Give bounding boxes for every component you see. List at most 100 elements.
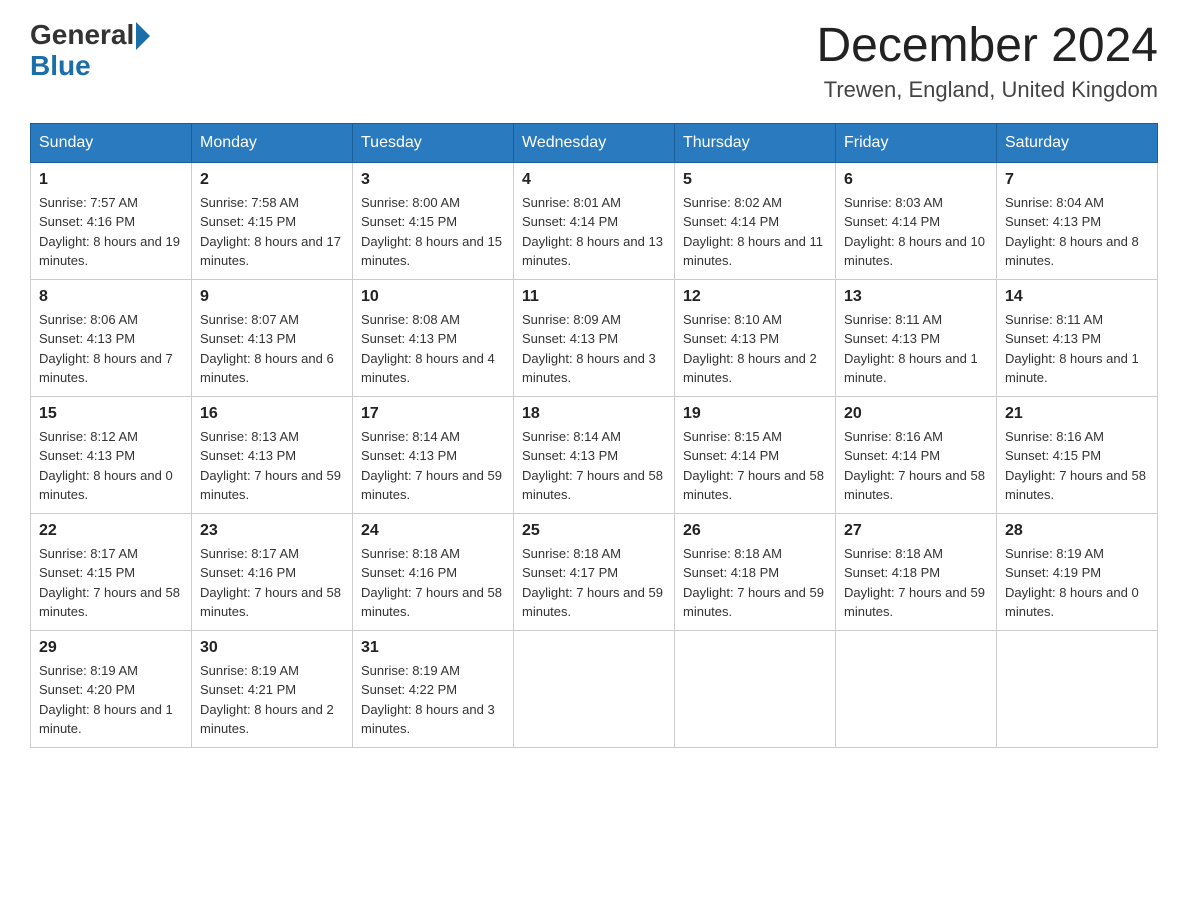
- day-info: Sunrise: 8:09 AMSunset: 4:13 PMDaylight:…: [522, 310, 666, 388]
- calendar-cell: [836, 630, 997, 747]
- day-info: Sunrise: 8:01 AMSunset: 4:14 PMDaylight:…: [522, 193, 666, 271]
- day-info: Sunrise: 8:18 AMSunset: 4:16 PMDaylight:…: [361, 544, 505, 622]
- calendar-week-2: 8 Sunrise: 8:06 AMSunset: 4:13 PMDaylight…: [31, 279, 1158, 396]
- day-number: 10: [361, 288, 505, 306]
- calendar-cell: 18 Sunrise: 8:14 AMSunset: 4:13 PMDayligh…: [514, 396, 675, 513]
- logo-text-general: General: [30, 20, 134, 51]
- day-info: Sunrise: 7:57 AMSunset: 4:16 PMDaylight:…: [39, 193, 183, 271]
- calendar-week-5: 29Sunrise: 8:19 AMSunset: 4:20 PMDayligh…: [31, 630, 1158, 747]
- calendar-cell: 3 Sunrise: 8:00 AMSunset: 4:15 PMDaylight…: [353, 162, 514, 279]
- calendar-cell: 24Sunrise: 8:18 AMSunset: 4:16 PMDayligh…: [353, 513, 514, 630]
- day-number: 30: [200, 639, 344, 657]
- location-subtitle: Trewen, England, United Kingdom: [816, 77, 1158, 103]
- day-info: Sunrise: 8:14 AMSunset: 4:13 PMDaylight:…: [522, 427, 666, 505]
- calendar-cell: 22 Sunrise: 8:17 AMSunset: 4:15 PMDayligh…: [31, 513, 192, 630]
- day-info: Sunrise: 8:19 AMSunset: 4:19 PMDaylight:…: [1005, 544, 1149, 622]
- day-info: Sunrise: 8:16 AMSunset: 4:15 PMDaylight:…: [1005, 427, 1149, 505]
- day-number: 17: [361, 405, 505, 423]
- logo-text-blue: Blue: [30, 51, 150, 82]
- day-number: 9: [200, 288, 344, 306]
- calendar-cell: [675, 630, 836, 747]
- day-number: 25: [522, 522, 666, 540]
- page-header: General Blue December 2024 Trewen, Engla…: [30, 20, 1158, 103]
- calendar-cell: 29Sunrise: 8:19 AMSunset: 4:20 PMDayligh…: [31, 630, 192, 747]
- day-number: 11: [522, 288, 666, 306]
- day-number: 8: [39, 288, 183, 306]
- day-header-sunday: Sunday: [31, 123, 192, 162]
- day-header-monday: Monday: [192, 123, 353, 162]
- calendar-cell: 2 Sunrise: 7:58 AMSunset: 4:15 PMDaylight…: [192, 162, 353, 279]
- calendar-cell: 27 Sunrise: 8:18 AMSunset: 4:18 PMDayligh…: [836, 513, 997, 630]
- calendar-cell: 10Sunrise: 8:08 AMSunset: 4:13 PMDayligh…: [353, 279, 514, 396]
- calendar-cell: 13 Sunrise: 8:11 AMSunset: 4:13 PMDayligh…: [836, 279, 997, 396]
- calendar-cell: [997, 630, 1158, 747]
- day-number: 23: [200, 522, 344, 540]
- day-number: 4: [522, 171, 666, 189]
- day-info: Sunrise: 8:02 AMSunset: 4:14 PMDaylight:…: [683, 193, 827, 271]
- day-number: 28: [1005, 522, 1149, 540]
- day-number: 1: [39, 171, 183, 189]
- calendar-cell: 5Sunrise: 8:02 AMSunset: 4:14 PMDaylight…: [675, 162, 836, 279]
- calendar-cell: 7 Sunrise: 8:04 AMSunset: 4:13 PMDaylight…: [997, 162, 1158, 279]
- day-info: Sunrise: 8:19 AMSunset: 4:21 PMDaylight:…: [200, 661, 344, 739]
- calendar-cell: 12 Sunrise: 8:10 AMSunset: 4:13 PMDayligh…: [675, 279, 836, 396]
- day-info: Sunrise: 8:17 AMSunset: 4:16 PMDaylight:…: [200, 544, 344, 622]
- day-number: 19: [683, 405, 827, 423]
- main-title: December 2024: [816, 20, 1158, 73]
- day-info: Sunrise: 7:58 AMSunset: 4:15 PMDaylight:…: [200, 193, 344, 271]
- day-info: Sunrise: 8:10 AMSunset: 4:13 PMDaylight:…: [683, 310, 827, 388]
- day-number: 2: [200, 171, 344, 189]
- day-number: 21: [1005, 405, 1149, 423]
- day-info: Sunrise: 8:19 AMSunset: 4:22 PMDaylight:…: [361, 661, 505, 739]
- day-number: 6: [844, 171, 988, 189]
- day-info: Sunrise: 8:15 AMSunset: 4:14 PMDaylight:…: [683, 427, 827, 505]
- calendar-cell: 8 Sunrise: 8:06 AMSunset: 4:13 PMDaylight…: [31, 279, 192, 396]
- day-info: Sunrise: 8:18 AMSunset: 4:18 PMDaylight:…: [844, 544, 988, 622]
- calendar-cell: 6 Sunrise: 8:03 AMSunset: 4:14 PMDaylight…: [836, 162, 997, 279]
- day-info: Sunrise: 8:07 AMSunset: 4:13 PMDaylight:…: [200, 310, 344, 388]
- day-header-saturday: Saturday: [997, 123, 1158, 162]
- day-info: Sunrise: 8:00 AMSunset: 4:15 PMDaylight:…: [361, 193, 505, 271]
- day-number: 13: [844, 288, 988, 306]
- logo: General Blue: [30, 20, 150, 82]
- calendar-cell: 9 Sunrise: 8:07 AMSunset: 4:13 PMDaylight…: [192, 279, 353, 396]
- calendar-header-row: SundayMondayTuesdayWednesdayThursdayFrid…: [31, 123, 1158, 162]
- calendar-cell: 28 Sunrise: 8:19 AMSunset: 4:19 PMDayligh…: [997, 513, 1158, 630]
- day-info: Sunrise: 8:04 AMSunset: 4:13 PMDaylight:…: [1005, 193, 1149, 271]
- day-info: Sunrise: 8:11 AMSunset: 4:13 PMDaylight:…: [1005, 310, 1149, 388]
- calendar-cell: 19 Sunrise: 8:15 AMSunset: 4:14 PMDayligh…: [675, 396, 836, 513]
- day-info: Sunrise: 8:12 AMSunset: 4:13 PMDaylight:…: [39, 427, 183, 505]
- day-number: 7: [1005, 171, 1149, 189]
- day-header-thursday: Thursday: [675, 123, 836, 162]
- calendar-cell: 1 Sunrise: 7:57 AMSunset: 4:16 PMDaylight…: [31, 162, 192, 279]
- calendar-cell: 20Sunrise: 8:16 AMSunset: 4:14 PMDayligh…: [836, 396, 997, 513]
- calendar-cell: [514, 630, 675, 747]
- calendar-week-1: 1 Sunrise: 7:57 AMSunset: 4:16 PMDaylight…: [31, 162, 1158, 279]
- day-number: 12: [683, 288, 827, 306]
- day-number: 15: [39, 405, 183, 423]
- day-number: 18: [522, 405, 666, 423]
- day-number: 26: [683, 522, 827, 540]
- day-info: Sunrise: 8:03 AMSunset: 4:14 PMDaylight:…: [844, 193, 988, 271]
- day-info: Sunrise: 8:17 AMSunset: 4:15 PMDaylight:…: [39, 544, 183, 622]
- day-info: Sunrise: 8:18 AMSunset: 4:18 PMDaylight:…: [683, 544, 827, 622]
- day-header-tuesday: Tuesday: [353, 123, 514, 162]
- calendar-cell: 31Sunrise: 8:19 AMSunset: 4:22 PMDayligh…: [353, 630, 514, 747]
- day-header-friday: Friday: [836, 123, 997, 162]
- calendar-cell: 25Sunrise: 8:18 AMSunset: 4:17 PMDayligh…: [514, 513, 675, 630]
- calendar-cell: 16Sunrise: 8:13 AMSunset: 4:13 PMDayligh…: [192, 396, 353, 513]
- day-number: 3: [361, 171, 505, 189]
- day-info: Sunrise: 8:11 AMSunset: 4:13 PMDaylight:…: [844, 310, 988, 388]
- calendar-cell: 23 Sunrise: 8:17 AMSunset: 4:16 PMDayligh…: [192, 513, 353, 630]
- calendar-cell: 11 Sunrise: 8:09 AMSunset: 4:13 PMDayligh…: [514, 279, 675, 396]
- calendar-cell: 15 Sunrise: 8:12 AMSunset: 4:13 PMDayligh…: [31, 396, 192, 513]
- day-info: Sunrise: 8:06 AMSunset: 4:13 PMDaylight:…: [39, 310, 183, 388]
- logo-triangle-icon: [136, 22, 150, 50]
- calendar-cell: 14Sunrise: 8:11 AMSunset: 4:13 PMDayligh…: [997, 279, 1158, 396]
- calendar-cell: 4 Sunrise: 8:01 AMSunset: 4:14 PMDaylight…: [514, 162, 675, 279]
- day-info: Sunrise: 8:16 AMSunset: 4:14 PMDaylight:…: [844, 427, 988, 505]
- day-number: 27: [844, 522, 988, 540]
- day-info: Sunrise: 8:14 AMSunset: 4:13 PMDaylight:…: [361, 427, 505, 505]
- calendar-table: SundayMondayTuesdayWednesdayThursdayFrid…: [30, 123, 1158, 748]
- day-number: 22: [39, 522, 183, 540]
